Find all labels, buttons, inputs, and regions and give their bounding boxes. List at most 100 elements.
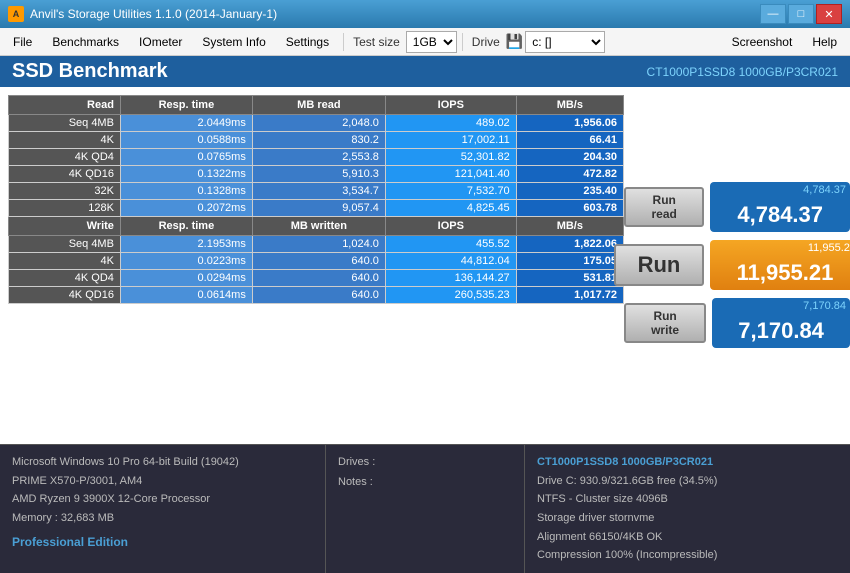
total-score-small: 11,955.21	[710, 240, 850, 256]
mb-val: 830.2	[252, 132, 385, 149]
write-score-big: 7,170.84	[712, 314, 850, 348]
table-row: 4K 0.0588ms 830.2 17,002.11 66.41	[9, 132, 624, 149]
menu-help[interactable]: Help	[803, 31, 846, 53]
benchmark-title: SSD Benchmark	[12, 60, 168, 83]
table-row: 32K 0.1328ms 3,534.7 7,532.70 235.40	[9, 183, 624, 200]
info-middle: Drives : Notes :	[325, 445, 525, 573]
write-score-small: 7,170.84	[712, 298, 850, 314]
window-title: Anvil's Storage Utilities 1.1.0 (2014-Ja…	[30, 7, 760, 21]
row-label: 4K QD16	[9, 287, 121, 304]
row-label: 4K QD16	[9, 166, 121, 183]
drive-select[interactable]: c: []	[525, 31, 605, 53]
iops-val: 7,532.70	[385, 183, 516, 200]
write-col-mbs: MB/s	[516, 217, 623, 236]
resp-time: 2.1953ms	[120, 236, 252, 253]
menu-screenshot[interactable]: Screenshot	[723, 31, 802, 53]
benchmark-header: SSD Benchmark CT1000P1SSD8 1000GB/P3CR02…	[0, 56, 850, 87]
drive-label: Drive	[468, 35, 504, 49]
maximize-button[interactable]: □	[788, 4, 814, 24]
menu-file[interactable]: File	[4, 31, 41, 53]
iops-val: 52,301.82	[385, 149, 516, 166]
read-col-mb: MB read	[252, 96, 385, 115]
window-controls: — □ ✕	[760, 4, 842, 24]
mbs-val: 472.82	[516, 166, 623, 183]
mb-val: 5,910.3	[252, 166, 385, 183]
row-label: 32K	[9, 183, 121, 200]
read-table: Read Resp. time MB read IOPS MB/s Seq 4M…	[8, 95, 624, 304]
resp-time: 0.0614ms	[120, 287, 252, 304]
row-label: 4K QD4	[9, 270, 121, 287]
row-label: 128K	[9, 200, 121, 217]
menu-iometer[interactable]: IOmeter	[130, 31, 191, 53]
menu-system-info[interactable]: System Info	[193, 31, 274, 53]
pro-edition-label: Professional Edition	[12, 532, 313, 552]
info-right: CT1000P1SSD8 1000GB/P3CR021 Drive C: 930…	[525, 445, 850, 573]
test-size-label: Test size	[349, 35, 404, 49]
run-write-button[interactable]: Run write	[624, 303, 706, 343]
iops-val: 44,812.04	[385, 253, 516, 270]
iops-val: 17,002.11	[385, 132, 516, 149]
mb-val: 2,553.8	[252, 149, 385, 166]
resp-time: 0.0223ms	[120, 253, 252, 270]
test-size-select[interactable]: 1GB 2GB 4GB	[406, 31, 457, 53]
write-col-resp: Resp. time	[120, 217, 252, 236]
table-row: 4K QD4 0.0294ms 640.0 136,144.27 531.81	[9, 270, 624, 287]
read-score-big: 4,784.37	[710, 198, 850, 232]
total-score-box: 11,955.21 11,955.21	[710, 240, 850, 290]
resp-time: 0.1322ms	[120, 166, 252, 183]
run-button[interactable]: Run	[614, 244, 704, 286]
read-header-row: Read Resp. time MB read IOPS MB/s	[9, 96, 624, 115]
cpu-info: AMD Ryzen 9 3900X 12-Core Processor	[12, 490, 313, 509]
iops-val: 455.52	[385, 236, 516, 253]
read-col-resp: Resp. time	[120, 96, 252, 115]
total-score-big: 11,955.21	[710, 256, 850, 290]
iops-val: 4,825.45	[385, 200, 516, 217]
mbs-val: 66.41	[516, 132, 623, 149]
mb-val: 640.0	[252, 270, 385, 287]
app-icon: A	[8, 6, 24, 22]
os-info: Microsoft Windows 10 Pro 64-bit Build (1…	[12, 453, 313, 472]
mbs-val: 1,956.06	[516, 115, 623, 132]
info-alignment: Alignment 66150/4KB OK	[537, 528, 838, 547]
motherboard-info: PRIME X570-P/3001, AM4	[12, 472, 313, 491]
resp-time: 2.0449ms	[120, 115, 252, 132]
close-button[interactable]: ✕	[816, 4, 842, 24]
info-driver: Storage driver stornvme	[537, 509, 838, 528]
resp-time: 0.0765ms	[120, 149, 252, 166]
mbs-val: 1,822.06	[516, 236, 623, 253]
write-score-group: Run write 7,170.84 7,170.84	[632, 298, 842, 348]
run-read-button[interactable]: Run read	[624, 187, 704, 227]
write-score-box: 7,170.84 7,170.84	[712, 298, 850, 348]
read-col-iops: IOPS	[385, 96, 516, 115]
memory-info: Memory : 32,683 MB	[12, 509, 313, 528]
mb-val: 9,057.4	[252, 200, 385, 217]
table-area: Read Resp. time MB read IOPS MB/s Seq 4M…	[0, 87, 850, 444]
drives-label: Drives :	[338, 453, 512, 473]
menu-benchmarks[interactable]: Benchmarks	[43, 31, 128, 53]
table-row: 4K QD16 0.1322ms 5,910.3 121,041.40 472.…	[9, 166, 624, 183]
resp-time: 0.0588ms	[120, 132, 252, 149]
mbs-val: 235.40	[516, 183, 623, 200]
menu-bar: File Benchmarks IOmeter System Info Sett…	[0, 28, 850, 56]
drive-icon: 💾	[506, 33, 523, 50]
info-filesystem: NTFS - Cluster size 4096B	[537, 490, 838, 509]
row-label: Seq 4MB	[9, 236, 121, 253]
info-bar: Microsoft Windows 10 Pro 64-bit Build (1…	[0, 444, 850, 573]
row-label: Seq 4MB	[9, 115, 121, 132]
mbs-val: 1,017.72	[516, 287, 623, 304]
read-col-label: Read	[9, 96, 121, 115]
benchmark-drive-id: CT1000P1SSD8 1000GB/P3CR021	[647, 65, 838, 79]
info-drive-name: CT1000P1SSD8 1000GB/P3CR021	[537, 453, 838, 472]
read-score-box: 4,784.37 4,784.37	[710, 182, 850, 232]
menu-settings[interactable]: Settings	[277, 31, 338, 53]
table-row: 4K QD4 0.0765ms 2,553.8 52,301.82 204.30	[9, 149, 624, 166]
row-label: 4K	[9, 253, 121, 270]
table-row: Seq 4MB 2.0449ms 2,048.0 489.02 1,956.06	[9, 115, 624, 132]
minimize-button[interactable]: —	[760, 4, 786, 24]
write-header-row: Write Resp. time MB written IOPS MB/s	[9, 217, 624, 236]
info-compression: Compression 100% (Incompressible)	[537, 546, 838, 565]
iops-val: 489.02	[385, 115, 516, 132]
separator-1	[343, 33, 344, 51]
table-row: 4K QD16 0.0614ms 640.0 260,535.23 1,017.…	[9, 287, 624, 304]
table-row: 4K 0.0223ms 640.0 44,812.04 175.05	[9, 253, 624, 270]
